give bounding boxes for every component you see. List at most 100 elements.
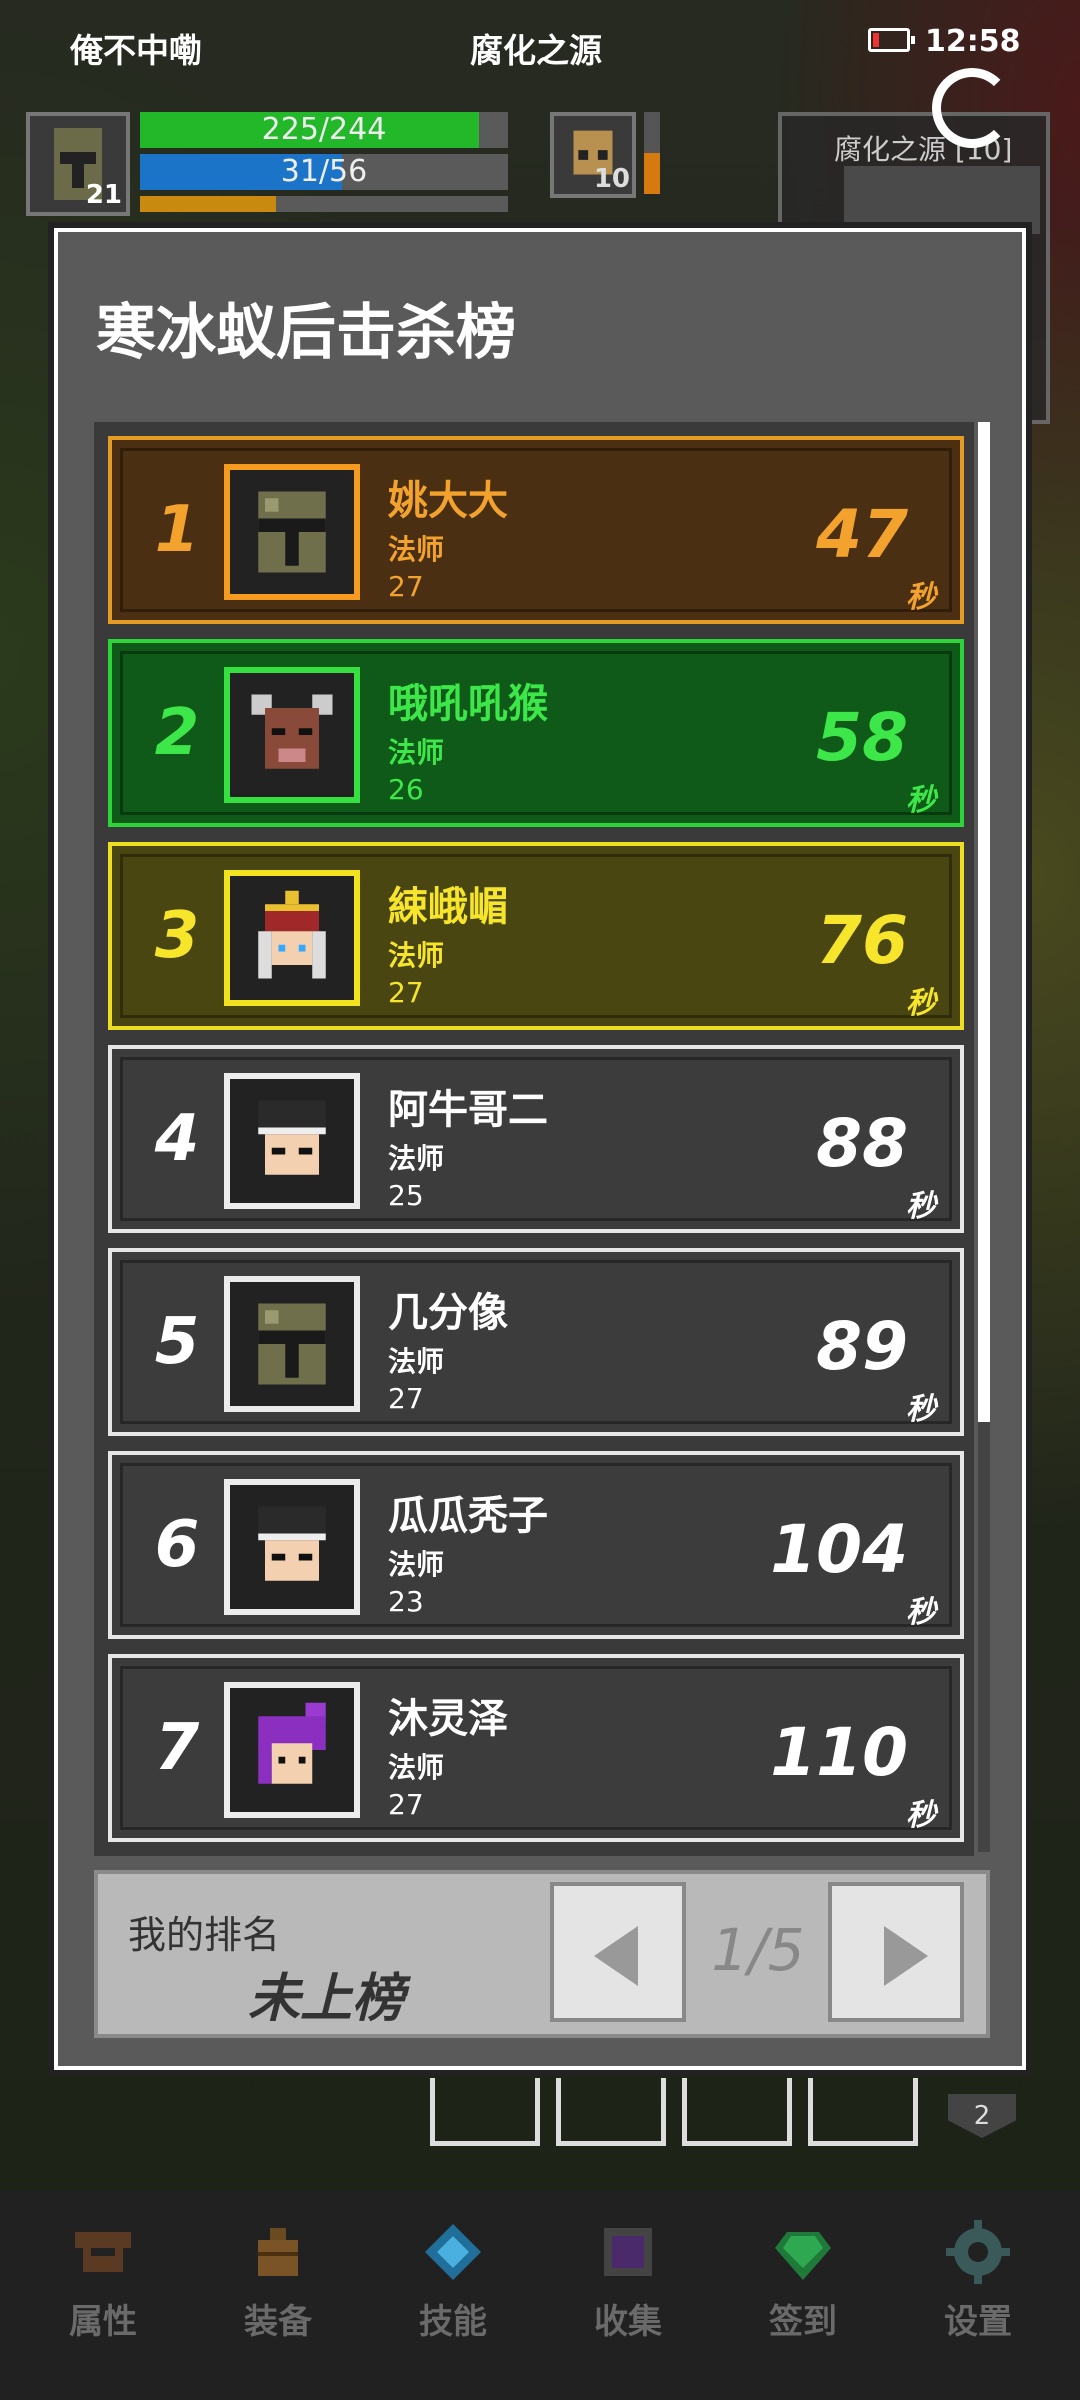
leaderboard-row[interactable]: 5 几分像 法师 27 89 秒	[108, 1248, 964, 1436]
avatar	[224, 1276, 360, 1412]
scrollbar[interactable]	[978, 422, 990, 1852]
avatar	[224, 667, 360, 803]
time-unit: 秒	[906, 783, 936, 818]
player-class: 法师	[388, 533, 445, 566]
minimap-view	[844, 166, 1040, 234]
player-name: 綀峨嵋	[388, 884, 508, 930]
kill-time: 88	[816, 1105, 908, 1182]
scrollbar-thumb[interactable]	[978, 422, 990, 1422]
headband-warrior-icon	[258, 1506, 326, 1581]
player-level: 25	[388, 1179, 424, 1212]
nav-label: 收集	[594, 2302, 662, 2342]
player-name: 俺不中嘞	[70, 31, 202, 70]
bag-icon	[246, 2220, 310, 2284]
arrow-left-icon	[594, 1926, 638, 1986]
zone-name: 腐化之源	[470, 31, 602, 70]
gear-icon	[946, 2220, 1010, 2284]
rank-number: 5	[154, 1305, 200, 1379]
nav-settings[interactable]: 设置	[903, 2220, 1053, 2343]
arrow-right-icon	[884, 1926, 928, 1986]
kill-time: 104	[770, 1511, 908, 1588]
player-class: 法师	[388, 939, 445, 972]
purple-hair-girl-icon	[258, 1702, 326, 1784]
pet-portrait[interactable]: 10	[550, 112, 636, 198]
time-unit: 秒	[906, 1189, 936, 1224]
leaderboard-row[interactable]: 1 姚大大 法师 27 47 秒	[108, 436, 964, 624]
my-rank-bar: 我的排名 未上榜 1/5	[94, 1870, 990, 2038]
bottom-nav: 属性 装备 技能 收集 签到 设置	[0, 2190, 1080, 2400]
nav-equipment[interactable]: 装备	[203, 2220, 353, 2343]
time-unit: 秒	[906, 1595, 936, 1630]
leaderboard-row[interactable]: 2 哦吼吼猴 法师 26 58 秒	[108, 639, 964, 827]
xp-bar	[140, 196, 508, 212]
kill-time: 89	[816, 1308, 908, 1385]
refresh-icon[interactable]	[932, 68, 1012, 148]
player-level: 27	[388, 1382, 424, 1415]
quick-slot[interactable]	[430, 2078, 540, 2146]
mp-value: 31/56	[280, 154, 368, 189]
clock: 12:58	[925, 24, 1021, 59]
player-class: 法师	[388, 1142, 445, 1175]
helmet-knight-icon	[258, 1303, 326, 1385]
time-unit: 秒	[906, 1392, 936, 1427]
player-level: 27	[388, 1788, 424, 1821]
nav-checkin[interactable]: 签到	[728, 2220, 878, 2343]
pet-level: 10	[593, 164, 630, 194]
helmet-knight-icon	[258, 491, 326, 573]
nav-skills[interactable]: 技能	[378, 2220, 528, 2343]
rank-number: 6	[154, 1508, 200, 1582]
nav-attributes[interactable]: 属性	[28, 2220, 178, 2343]
emerald-icon	[771, 2220, 835, 2284]
nav-label: 技能	[419, 2302, 487, 2342]
rank-number: 7	[154, 1711, 200, 1785]
player-level: 21	[85, 180, 122, 210]
leaderboard-list[interactable]: 1 姚大大 法师 27 47 秒 2 哦吼吼猴 法师 26 58 秒 3 綀峨嵋…	[94, 422, 974, 1856]
crowned-mage-icon	[258, 890, 326, 979]
leaderboard-row[interactable]: 3 綀峨嵋 法师 27 76 秒	[108, 842, 964, 1030]
avatar	[224, 1073, 360, 1209]
player-class: 法师	[388, 736, 445, 769]
player-name: 姚大大	[388, 478, 508, 524]
player-level: 27	[388, 570, 424, 603]
kill-time: 47	[816, 496, 908, 573]
prev-page-button[interactable]	[550, 1882, 686, 2022]
page-indicator: 1/5	[711, 1916, 805, 1984]
rank-number: 2	[154, 696, 200, 770]
player-name: 瓜瓜秃子	[388, 1493, 548, 1539]
skill-gem-icon	[421, 2220, 485, 2284]
status-bar: 俺不中嘞 腐化之源 12:58	[0, 0, 1080, 90]
avatar	[224, 1479, 360, 1615]
nav-label: 设置	[944, 2302, 1012, 2342]
kill-time: 76	[816, 902, 908, 979]
hp-bar: 225/244	[140, 112, 508, 148]
avatar	[224, 870, 360, 1006]
quick-slot[interactable]	[556, 2078, 666, 2146]
quick-slot[interactable]	[808, 2078, 918, 2146]
helmet-icon	[71, 2220, 135, 2284]
rank-number: 4	[154, 1102, 200, 1176]
rank-number: 1	[154, 493, 200, 567]
mp-bar: 31/56	[140, 154, 508, 190]
avatar	[224, 1682, 360, 1818]
leaderboard-row[interactable]: 6 瓜瓜秃子 法师 23 104 秒	[108, 1451, 964, 1639]
minotaur-icon	[251, 694, 333, 769]
rank-number: 3	[154, 899, 200, 973]
leaderboard-row[interactable]: 4 阿牛哥二 法师 25 88 秒	[108, 1045, 964, 1233]
player-portrait[interactable]: 21	[26, 112, 130, 216]
avatar	[224, 464, 360, 600]
kill-time: 110	[770, 1714, 908, 1791]
player-level: 27	[388, 976, 424, 1009]
player-class: 法师	[388, 1548, 445, 1581]
pet-energy-bar	[644, 112, 660, 194]
leaderboard-title: 寒冰蚁后击杀榜	[96, 298, 516, 368]
quick-slot[interactable]	[682, 2078, 792, 2146]
player-name: 几分像	[388, 1290, 508, 1336]
nav-collection[interactable]: 收集	[553, 2220, 703, 2343]
leaderboard-row[interactable]: 7 沐灵泽 法师 27 110 秒	[108, 1654, 964, 1842]
player-name: 沐灵泽	[388, 1696, 508, 1742]
player-name: 哦吼吼猴	[388, 681, 548, 727]
player-level: 23	[388, 1585, 424, 1618]
leaderboard-panel: 寒冰蚁后击杀榜 1 姚大大 法师 27 47 秒 2 哦吼吼猴 法师 26 58…	[54, 228, 1026, 2070]
my-rank-label: 我的排名	[128, 1913, 281, 1957]
next-page-button[interactable]	[828, 1882, 964, 2022]
